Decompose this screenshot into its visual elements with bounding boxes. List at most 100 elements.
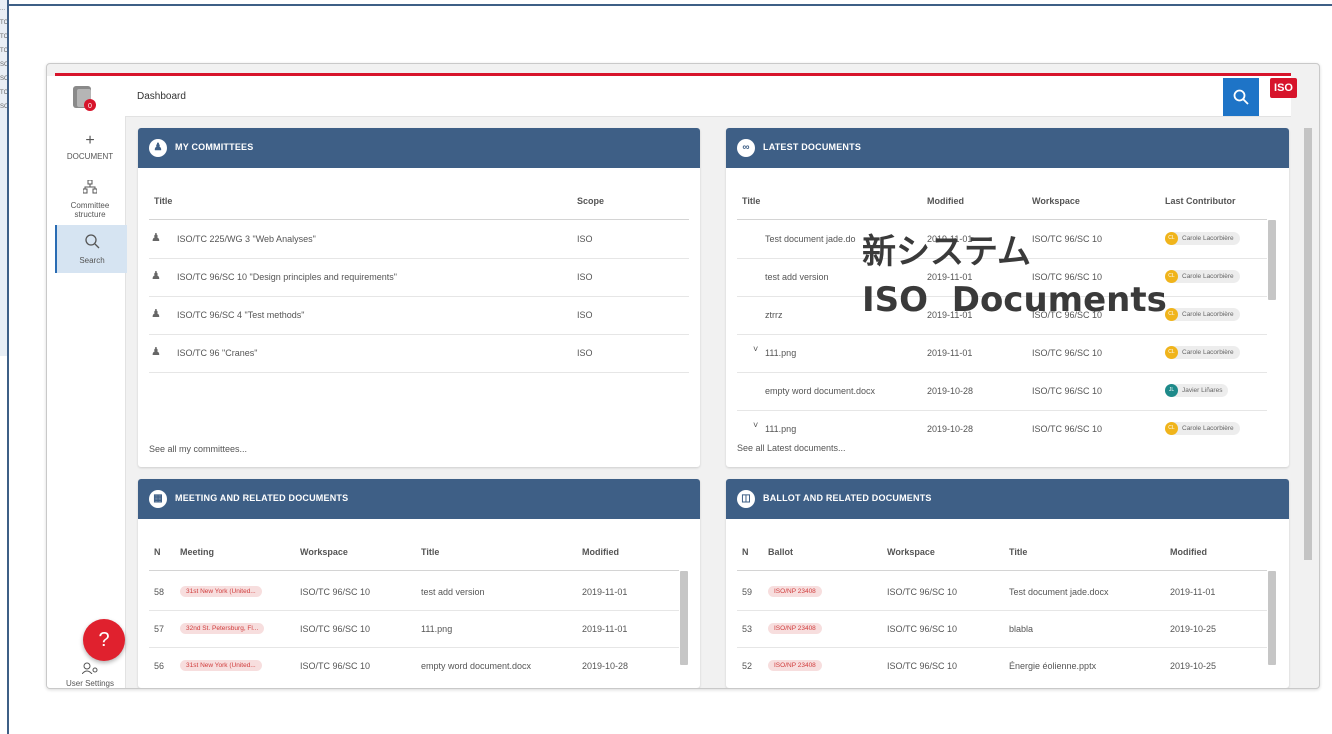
ballot-badge[interactable]: ISO/NP 23408 xyxy=(768,586,822,597)
list-scrollbar[interactable] xyxy=(1268,571,1276,665)
meeting-doc-title[interactable]: test add version xyxy=(421,587,485,597)
nav-committee-structure[interactable]: Committee structure xyxy=(55,179,125,219)
nav-search[interactable]: Search xyxy=(55,225,127,273)
header-divider xyxy=(149,219,689,220)
ballot-badge[interactable]: ISO/NP 23408 xyxy=(768,623,822,634)
committee-title[interactable]: ISO/TC 96 "Cranes" xyxy=(177,348,257,358)
doc-workspace: ISO/TC 96/SC 10 xyxy=(1032,386,1103,396)
list-scrollbar[interactable] xyxy=(680,571,688,665)
breadcrumb[interactable]: Dashboard xyxy=(137,91,186,102)
col-modified[interactable]: Modified xyxy=(1170,547,1207,557)
col-n[interactable]: N xyxy=(154,547,161,557)
page-scrollbar-thumb[interactable] xyxy=(1304,128,1312,560)
meeting-badge[interactable]: 31st New York (United... xyxy=(180,586,262,597)
doc-title[interactable]: 111.png xyxy=(765,424,796,434)
row-divider xyxy=(737,372,1267,373)
col-title[interactable]: Title xyxy=(154,196,172,206)
see-all-committees-link[interactable]: See all my committees... xyxy=(149,444,247,454)
col-scope[interactable]: Scope xyxy=(577,196,604,206)
col-workspace[interactable]: Workspace xyxy=(887,547,935,557)
meeting-badge[interactable]: 32nd St. Petersburg, Fl... xyxy=(180,623,265,634)
my-committees-panel: ♟ MY COMMITTEES Title Scope ♟ ISO/TC 225… xyxy=(138,128,700,467)
meetings-panel: ▦ MEETING AND RELATED DOCUMENTS N Meetin… xyxy=(138,479,700,688)
committee-title[interactable]: ISO/TC 96/SC 10 "Design principles and r… xyxy=(177,272,397,282)
doc-title[interactable]: empty word document.docx xyxy=(765,386,875,396)
col-last-contributor[interactable]: Last Contributor xyxy=(1165,196,1236,206)
avatar: CL xyxy=(1165,308,1178,321)
ballot-box-icon: ◫ xyxy=(737,490,755,508)
col-modified[interactable]: Modified xyxy=(927,196,964,206)
app-window: 0 + DOCUMENT Committee structure Search … xyxy=(46,63,1320,689)
meetings-header: ▦ MEETING AND RELATED DOCUMENTS xyxy=(138,479,700,519)
col-ballot[interactable]: Ballot xyxy=(768,547,793,557)
meeting-workspace: ISO/TC 96/SC 10 xyxy=(300,587,371,597)
avatar: CL xyxy=(1165,422,1178,435)
plus-icon: + xyxy=(85,132,95,149)
avatar: CL xyxy=(1165,346,1178,359)
ballot-doc-title[interactable]: Énergie éolienne.pptx xyxy=(1009,661,1096,671)
ballot-n: 53 xyxy=(742,624,753,634)
ballot-n: 52 xyxy=(742,661,753,671)
ballot-modified: 2019-10-25 xyxy=(1170,624,1217,634)
ballots-panel: ◫ BALLOT AND RELATED DOCUMENTS N Ballot … xyxy=(726,479,1289,688)
avatar: CL xyxy=(1165,270,1178,283)
meeting-badge[interactable]: 31st New York (United... xyxy=(180,660,262,671)
committee-title[interactable]: ISO/TC 225/WG 3 "Web Analyses" xyxy=(177,234,316,244)
header-divider xyxy=(149,570,679,571)
people-icon: ♟ xyxy=(149,139,167,157)
col-title[interactable]: Title xyxy=(1009,547,1027,557)
help-button[interactable]: ? xyxy=(83,619,125,661)
search-user-icon xyxy=(57,233,127,254)
meeting-doc-title[interactable]: 111.png xyxy=(421,624,452,634)
col-meeting[interactable]: Meeting xyxy=(180,547,214,557)
ballots-title: BALLOT AND RELATED DOCUMENTS xyxy=(763,493,932,503)
see-all-latest-documents-link[interactable]: See all Latest documents... xyxy=(737,443,846,453)
app-logo-icon[interactable]: 0 xyxy=(71,84,97,112)
meeting-n: 58 xyxy=(154,587,165,597)
ballot-workspace: ISO/TC 96/SC 10 xyxy=(887,624,958,634)
contributor-chip: CL Carole Lacorbière xyxy=(1165,422,1240,435)
contributor-name: Carole Lacorbière xyxy=(1182,349,1234,356)
doc-title[interactable]: Test document jade.do xyxy=(765,234,856,244)
col-n[interactable]: N xyxy=(742,547,749,557)
list-scrollbar[interactable] xyxy=(1268,220,1276,300)
doc-title[interactable]: ztrrz xyxy=(765,310,783,320)
col-modified[interactable]: Modified xyxy=(582,547,619,557)
contributor-name: Carole Lacorbière xyxy=(1182,273,1234,280)
search-button[interactable] xyxy=(1223,78,1259,116)
col-title[interactable]: Title xyxy=(742,196,760,206)
col-workspace[interactable]: Workspace xyxy=(300,547,348,557)
row-divider xyxy=(149,610,679,611)
ballot-doc-title[interactable]: blabla xyxy=(1009,624,1033,634)
doc-title[interactable]: test add version xyxy=(765,272,829,282)
slide-top-border xyxy=(7,4,1332,6)
contributor-chip: CL Carole Lacorbière xyxy=(1165,308,1240,321)
meeting-workspace: ISO/TC 96/SC 10 xyxy=(300,624,371,634)
ballot-doc-title[interactable]: Test document jade.docx xyxy=(1009,587,1109,597)
doc-title[interactable]: 111.png xyxy=(765,348,796,358)
header-divider xyxy=(737,570,1267,571)
ballot-badge[interactable]: ISO/NP 23408 xyxy=(768,660,822,671)
meeting-doc-title[interactable]: empty word document.docx xyxy=(421,661,531,671)
doc-modified: 2019-11-01 xyxy=(927,348,973,358)
ballot-workspace: ISO/TC 96/SC 10 xyxy=(887,587,958,597)
row-divider xyxy=(737,410,1267,411)
latest-documents-header: ∞ LATEST DOCUMENTS xyxy=(726,128,1289,168)
slide-left-border xyxy=(7,0,9,734)
col-title[interactable]: Title xyxy=(421,547,439,557)
contributor-name: Carole Lacorbière xyxy=(1182,235,1234,242)
link-icon: ∞ xyxy=(737,139,755,157)
ballot-modified: 2019-10-25 xyxy=(1170,661,1217,671)
committee-scope: ISO xyxy=(577,272,593,282)
contributor-chip: CL Carole Lacorbière xyxy=(1165,232,1240,245)
group-icon: ♟ xyxy=(151,308,161,320)
nav-committee-structure-label: Committee structure xyxy=(70,201,110,219)
col-workspace[interactable]: Workspace xyxy=(1032,196,1080,206)
my-committees-title: MY COMMITTEES xyxy=(175,142,254,152)
top-bar: Dashboard xyxy=(125,76,1291,117)
doc-modified: 2019-10-28 xyxy=(927,386,974,396)
nav-search-label: Search xyxy=(79,256,105,265)
nav-document[interactable]: + DOCUMENT xyxy=(55,132,125,161)
nav-user-settings[interactable]: User Settings xyxy=(55,662,125,688)
committee-title[interactable]: ISO/TC 96/SC 4 "Test methods" xyxy=(177,310,304,320)
